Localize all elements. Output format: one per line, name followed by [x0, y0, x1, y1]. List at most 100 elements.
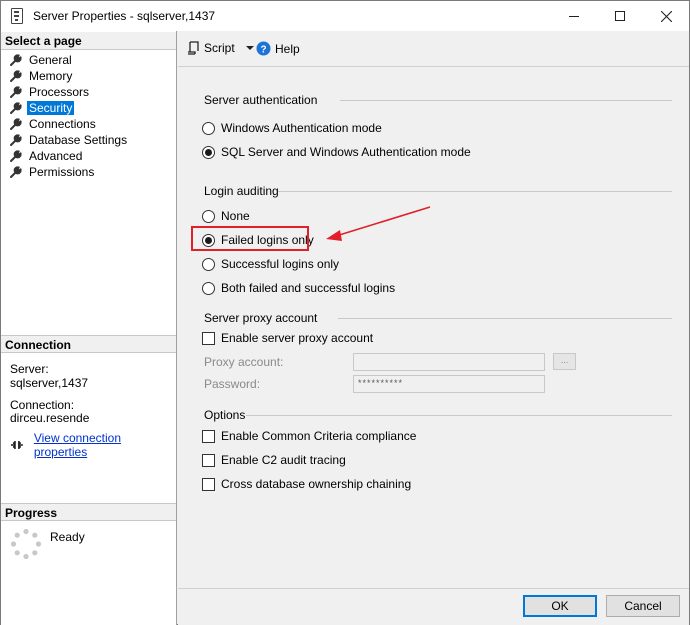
close-icon [660, 10, 672, 22]
select-page-header: Select a page [1, 32, 176, 50]
password-input[interactable]: ********** [353, 375, 545, 393]
page-label: Connections [29, 117, 96, 131]
windows-auth-radio[interactable]: Windows Authentication mode [202, 120, 382, 136]
help-icon: ? [256, 41, 271, 56]
toolbar: Script ? Help [178, 32, 689, 67]
divider [278, 191, 672, 192]
cancel-button[interactable]: Cancel [606, 595, 680, 617]
chevron-down-icon [245, 46, 254, 50]
wrench-icon [9, 85, 23, 99]
close-button[interactable] [643, 1, 689, 31]
radio-label: Successful logins only [221, 257, 340, 271]
browse-proxy-button[interactable]: ... [553, 353, 576, 370]
audit-both-radio[interactable]: Both failed and successful logins [202, 280, 395, 296]
progress-spinner-icon [10, 528, 42, 560]
password-label: Password: [204, 377, 261, 391]
options-title: Options [204, 408, 246, 422]
radio-button[interactable] [202, 209, 215, 223]
page-item-general[interactable]: General [9, 52, 74, 68]
wrench-icon [9, 101, 23, 115]
page-label: Processors [29, 85, 90, 99]
title-bar: Server Properties - sqlserver,1437 [1, 1, 689, 31]
wrench-icon [9, 133, 23, 147]
c2-audit-checkbox[interactable] [202, 453, 215, 467]
security-page-content: Server authentication Windows Authentica… [178, 68, 689, 588]
page-label: Memory [29, 69, 73, 83]
radio-button[interactable] [202, 145, 215, 159]
script-icon [188, 41, 199, 55]
page-item-database-settings[interactable]: Database Settings [9, 132, 129, 148]
wrench-icon [9, 69, 23, 83]
checkbox-label: Enable server proxy account [221, 331, 374, 345]
maximize-icon [615, 11, 625, 21]
radio-label: SQL Server and Windows Authentication mo… [221, 145, 471, 159]
divider [246, 415, 672, 416]
server-proxy-title: Server proxy account [204, 311, 318, 325]
svg-text:?: ? [260, 44, 266, 55]
page-item-security[interactable]: Security [9, 100, 75, 116]
help-label: Help [275, 41, 300, 56]
radio-label: None [221, 209, 250, 223]
checkbox-label: Enable Common Criteria compliance [221, 429, 417, 443]
server-properties-window: Server Properties - sqlserver,1437 Selec… [0, 0, 690, 625]
page-item-connections[interactable]: Connections [9, 116, 98, 132]
page-label: General [29, 53, 72, 67]
radio-label: Windows Authentication mode [221, 121, 382, 135]
connection-plug-icon [10, 441, 23, 449]
connection-value: dirceu.resende [10, 411, 90, 425]
cross-db-chaining-checkbox[interactable] [202, 477, 215, 491]
page-item-processors[interactable]: Processors [9, 84, 91, 100]
connection-label: Connection: [10, 398, 75, 412]
page-item-advanced[interactable]: Advanced [9, 148, 84, 164]
cross-db-chaining-checkbox-row[interactable]: Cross database ownership chaining [202, 476, 411, 492]
enable-proxy-checkbox-row[interactable]: Enable server proxy account [202, 330, 373, 346]
server-icon [11, 8, 23, 24]
server-label: Server: [10, 362, 49, 376]
sql-windows-auth-radio[interactable]: SQL Server and Windows Authentication mo… [202, 144, 471, 160]
script-button[interactable]: Script [186, 41, 255, 55]
page-item-memory[interactable]: Memory [9, 68, 74, 84]
progress-header: Progress [1, 503, 176, 521]
checkbox-label: Enable C2 audit tracing [221, 453, 346, 467]
minimize-icon [569, 15, 579, 17]
page-item-permissions[interactable]: Permissions [9, 164, 96, 180]
wrench-icon [9, 53, 23, 67]
wrench-icon [9, 149, 23, 163]
radio-button[interactable] [202, 121, 215, 135]
proxy-account-label: Proxy account: [204, 355, 284, 369]
window-title: Server Properties - sqlserver,1437 [33, 9, 216, 23]
maximize-button[interactable] [597, 1, 643, 31]
annotation-arrow-icon [326, 206, 431, 241]
wrench-icon [9, 117, 23, 131]
enable-proxy-checkbox[interactable] [202, 331, 215, 345]
common-criteria-checkbox[interactable] [202, 429, 215, 443]
view-connection-properties-row[interactable]: View connection properties [10, 431, 176, 459]
progress-status: Ready [50, 530, 85, 544]
login-auditing-title: Login auditing [204, 184, 279, 198]
ok-button[interactable]: OK [523, 595, 597, 617]
page-label: Permissions [29, 165, 95, 179]
page-label: Security [27, 101, 75, 115]
dialog-button-bar: OK Cancel [178, 588, 689, 625]
left-pane: Select a page General Memory Processors … [1, 31, 177, 625]
help-button[interactable]: ? Help [256, 41, 300, 56]
divider [338, 318, 672, 319]
highlight-annotation-box [191, 226, 309, 251]
radio-label: Both failed and successful logins [221, 281, 396, 295]
connection-header: Connection [1, 335, 176, 353]
common-criteria-checkbox-row[interactable]: Enable Common Criteria compliance [202, 428, 416, 444]
wrench-icon [9, 165, 23, 179]
audit-successful-only-radio[interactable]: Successful logins only [202, 256, 339, 272]
server-authentication-title: Server authentication [204, 93, 318, 107]
c2-audit-checkbox-row[interactable]: Enable C2 audit tracing [202, 452, 346, 468]
radio-button[interactable] [202, 281, 215, 295]
script-label: Script [204, 41, 235, 55]
server-value: sqlserver,1437 [10, 376, 89, 390]
proxy-account-input[interactable] [353, 353, 545, 371]
checkbox-label: Cross database ownership chaining [221, 477, 412, 491]
radio-button[interactable] [202, 257, 215, 271]
audit-none-radio[interactable]: None [202, 208, 250, 224]
page-label: Database Settings [29, 133, 128, 147]
minimize-button[interactable] [551, 1, 597, 31]
view-connection-properties-link[interactable]: View connection properties [34, 431, 176, 459]
